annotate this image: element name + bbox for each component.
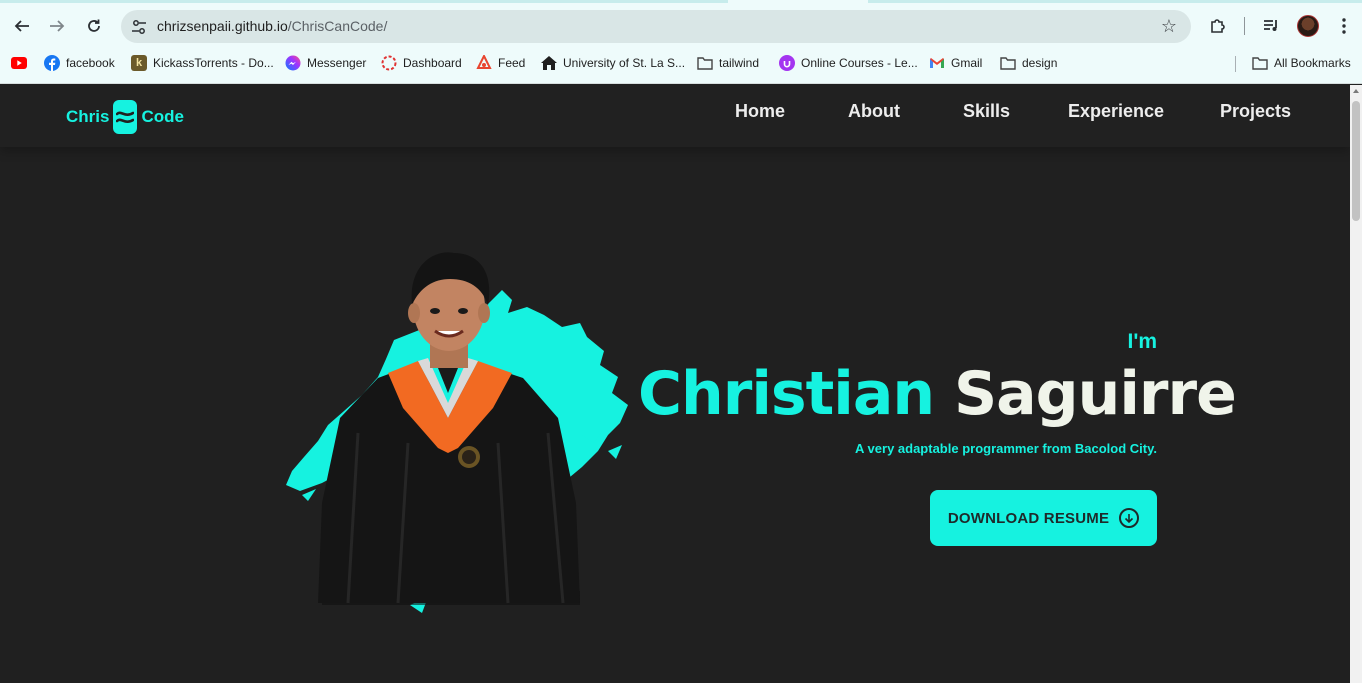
youtube-icon — [11, 55, 27, 71]
bookmark-label: design — [1022, 56, 1058, 70]
bookmark-gmail[interactable]: Gmail — [929, 51, 982, 75]
back-button[interactable] — [8, 12, 36, 40]
hero-last-name: Saguirre — [953, 359, 1237, 429]
nav-about[interactable]: About — [848, 101, 900, 122]
bookmark-feed[interactable]: Feed — [476, 51, 525, 75]
bookmarks-divider — [1235, 56, 1236, 72]
all-bookmarks-button[interactable]: All Bookmarks — [1252, 51, 1351, 75]
bookmark-youtube[interactable] — [11, 51, 27, 75]
facebook-icon — [44, 55, 60, 71]
tune-icon — [132, 20, 146, 34]
bookmark-folder-tailwind[interactable]: tailwind — [697, 51, 759, 75]
hero-first-name: Christian — [638, 359, 935, 429]
bookmark-online-courses[interactable]: Online Courses - Le... — [779, 51, 918, 75]
bookmark-label: facebook — [66, 56, 115, 70]
site-info-button[interactable] — [129, 17, 149, 37]
nav-home[interactable]: Home — [735, 101, 785, 122]
feed-icon — [476, 55, 492, 71]
folder-icon — [1252, 55, 1268, 71]
bookmark-label: University of St. La S... — [563, 56, 686, 70]
download-resume-button[interactable]: DOWNLOAD RESUME — [930, 490, 1157, 546]
hero-tagline: A very adaptable programmer from Bacolod… — [855, 441, 1157, 456]
bookmark-label: Online Courses - Le... — [801, 56, 918, 70]
site-navbar: Chris Code Home About Skills Experience … — [0, 85, 1350, 147]
browser-menu-button[interactable] — [1331, 13, 1357, 39]
hero-name: Christian Saguirre — [638, 359, 1237, 429]
star-icon: ☆ — [1160, 16, 1177, 36]
bookmarks-bar: facebook k KickassTorrents - Do... Messe… — [0, 51, 1362, 75]
dashboard-icon — [381, 55, 397, 71]
nav-skills[interactable]: Skills — [963, 101, 1010, 122]
bookmark-dashboard[interactable]: Dashboard — [381, 51, 462, 75]
bookmark-messenger[interactable]: Messenger — [285, 51, 366, 75]
page-scrollbar[interactable] — [1350, 85, 1362, 683]
reload-icon — [88, 19, 100, 32]
folder-icon — [697, 55, 713, 71]
kebab-menu-icon — [1342, 18, 1346, 34]
forward-button[interactable] — [43, 12, 71, 40]
browser-toolbar: chrizsenpaii.github.io/ChrisCanCode/ ☆ f… — [0, 0, 1362, 84]
download-circle-icon — [1119, 508, 1140, 528]
extensions-button[interactable] — [1205, 13, 1231, 39]
bookmark-label: Gmail — [951, 56, 983, 70]
media-controls-button[interactable] — [1258, 13, 1284, 39]
udemy-icon — [779, 55, 795, 71]
url-host: chrizsenpaii.github.io — [157, 18, 288, 34]
arrow-left-icon — [14, 20, 29, 32]
toolbar-divider — [1244, 17, 1245, 35]
url-text[interactable]: chrizsenpaii.github.io/ChrisCanCode/ — [157, 18, 387, 34]
messenger-icon — [285, 55, 301, 71]
queue-music-icon — [1264, 20, 1277, 31]
avatar[interactable] — [1297, 15, 1319, 37]
scrollbar-thumb[interactable] — [1352, 101, 1360, 221]
profile-photo — [318, 252, 580, 605]
bookmark-label: Feed — [498, 56, 526, 70]
bookmark-label: Dashboard — [403, 56, 462, 70]
nav-projects[interactable]: Projects — [1220, 101, 1291, 122]
bookmark-label: KickassTorrents - Do... — [153, 56, 274, 70]
bookmark-university[interactable]: University of St. La S... — [541, 51, 685, 75]
url-path: /ChrisCanCode/ — [287, 18, 388, 34]
bookmark-label: tailwind — [719, 56, 760, 70]
arrow-right-icon — [50, 20, 65, 32]
kickass-icon: k — [131, 55, 147, 71]
puzzle-icon — [1211, 19, 1225, 33]
download-resume-label: DOWNLOAD RESUME — [947, 509, 1110, 527]
nav-experience[interactable]: Experience — [1068, 101, 1164, 122]
address-bar[interactable]: chrizsenpaii.github.io/ChrisCanCode/ ☆ — [121, 10, 1191, 43]
folder-icon — [1000, 55, 1016, 71]
page-viewport: Chris Code Home About Skills Experience … — [0, 85, 1350, 683]
home-icon — [541, 55, 557, 71]
bookmark-label: Messenger — [307, 56, 367, 70]
bookmark-star-button[interactable]: ☆ — [1161, 16, 1177, 37]
tab-strip — [0, 0, 1362, 3]
gmail-icon — [929, 55, 945, 71]
bookmark-facebook[interactable]: facebook — [44, 51, 115, 75]
scroll-up-arrow-icon[interactable] — [1353, 89, 1359, 93]
bookmark-folder-design[interactable]: design — [1000, 51, 1057, 75]
all-bookmarks-label: All Bookmarks — [1274, 56, 1351, 70]
main-nav: Home About Skills Experience Projects — [0, 85, 1350, 147]
hero-greeting: I'm — [1127, 330, 1157, 353]
bookmark-kickasstorrents[interactable]: k KickassTorrents - Do... — [131, 51, 274, 75]
reload-button[interactable] — [80, 12, 108, 40]
